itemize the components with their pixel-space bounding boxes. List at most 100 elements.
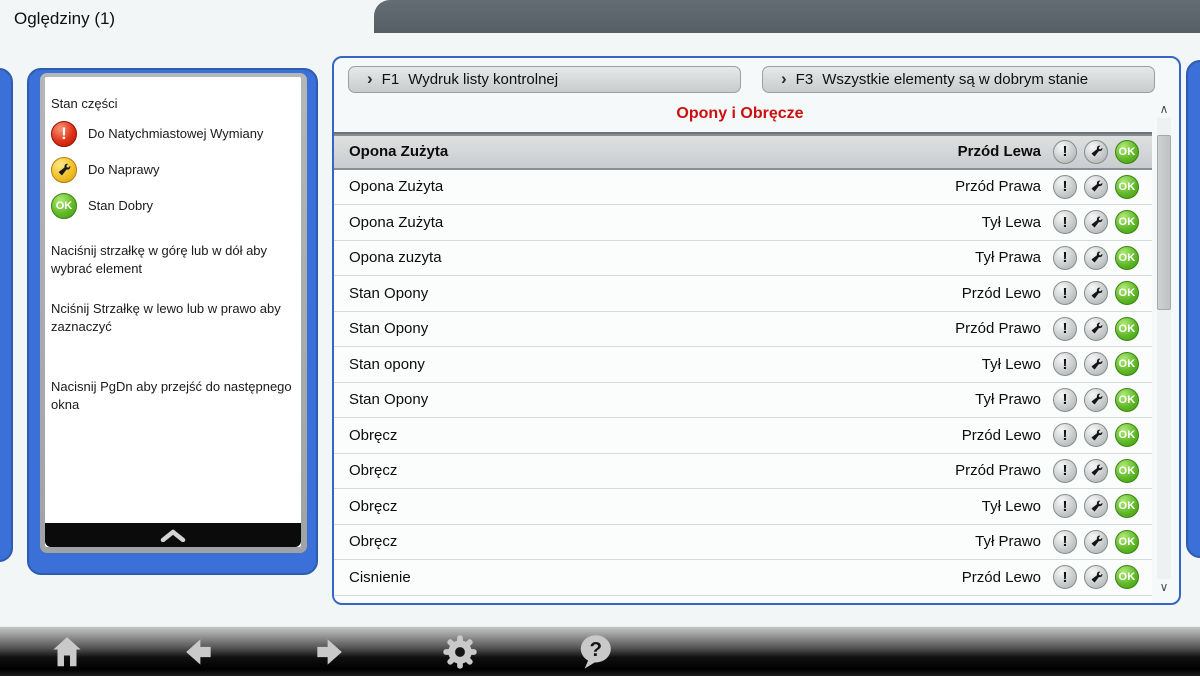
f3-all-ok-button[interactable]: › F3 Wszystkie elementy są w dobrym stan… <box>762 66 1155 93</box>
row-position: Przód Prawa <box>955 178 1041 196</box>
chevron-right-icon: › <box>367 68 373 88</box>
checklist-row[interactable]: Opona zuzyta Tył Prawa ! OK <box>334 240 1152 276</box>
checklist-row[interactable]: Opona Zużyta Przód Lewa ! OK <box>334 134 1152 170</box>
back-arrow-icon[interactable] <box>179 633 217 671</box>
danger-icon[interactable]: ! <box>1053 565 1077 590</box>
row-item-name: Stan Opony <box>349 391 429 409</box>
checklist-row[interactable]: Obręcz Przód Lewo ! OK <box>334 418 1152 454</box>
row-position: Tył Prawa <box>975 249 1041 267</box>
ok-icon[interactable]: OK <box>1115 458 1139 483</box>
danger-icon[interactable]: ! <box>1053 458 1077 483</box>
ok-icon[interactable]: OK <box>1115 245 1139 270</box>
checklist-row[interactable]: Cisnienie Przód Lewo ! OK <box>334 560 1152 596</box>
row-item-name: Cisnienie <box>349 568 411 586</box>
checklist-panel: › F1 Wydruk listy kontrolnej › F3 Wszyst… <box>332 56 1181 605</box>
checklist-row[interactable]: Obręcz Tył Prawo ! OK <box>334 524 1152 560</box>
ok-icon[interactable]: OK <box>1115 210 1139 235</box>
home-icon[interactable] <box>48 633 86 671</box>
tab-ogledziny[interactable]: Oględziny (1) <box>14 9 115 29</box>
ok-icon[interactable]: OK <box>1115 387 1139 412</box>
scroll-up-arrow-icon[interactable]: ∧ <box>1153 102 1175 117</box>
scrollbar-thumb[interactable] <box>1157 135 1171 310</box>
wrench-icon <box>51 156 77 183</box>
wrench-icon[interactable] <box>1084 352 1108 377</box>
wrench-icon[interactable] <box>1084 529 1108 554</box>
wrench-icon[interactable] <box>1084 423 1108 448</box>
checklist-row[interactable]: Stan Opony Przód Lewo ! OK <box>334 276 1152 312</box>
top-header-strip <box>374 0 1200 33</box>
checklist: Opona Zużyta Przód Lewa ! OK Opona Zużyt… <box>334 132 1152 602</box>
row-item-name: Obręcz <box>349 462 398 480</box>
instruction-mark: Nciśnij Strzałkę w lewo lub w prawo aby … <box>51 300 281 334</box>
wrench-icon[interactable] <box>1084 316 1108 341</box>
ok-icon[interactable]: OK <box>1115 494 1139 519</box>
ok-icon[interactable]: OK <box>1115 316 1139 341</box>
danger-icon[interactable]: ! <box>1053 494 1077 519</box>
settings-gear-icon[interactable] <box>441 633 479 671</box>
row-item-name: Opona Zużyta <box>349 213 444 231</box>
checklist-row[interactable]: Stan Opony Przód Prawo ! OK <box>334 311 1152 347</box>
f1-print-checklist-button[interactable]: › F1 Wydruk listy kontrolnej <box>348 66 741 93</box>
danger-icon[interactable]: ! <box>1053 529 1077 554</box>
scrollbar: ∧ ∨ <box>1153 102 1175 595</box>
row-position: Tył Lewo <box>981 497 1041 515</box>
row-status-icons: ! OK <box>1053 139 1139 164</box>
legend-label: Do Natychmiastowej Wymiany <box>88 126 264 141</box>
ok-icon: OK <box>51 192 77 219</box>
help-icon[interactable]: ? <box>576 633 614 671</box>
ok-icon[interactable]: OK <box>1115 565 1139 590</box>
checklist-row[interactable]: Stan opony Tył Lewo ! OK <box>334 347 1152 383</box>
wrench-icon[interactable] <box>1084 210 1108 235</box>
checklist-row[interactable]: Opona Zużyta Tył Lewa ! OK <box>334 205 1152 241</box>
ok-icon[interactable]: OK <box>1115 423 1139 448</box>
wrench-icon[interactable] <box>1084 494 1108 519</box>
danger-icon[interactable]: ! <box>1053 139 1077 164</box>
danger-icon[interactable]: ! <box>1053 174 1077 199</box>
f1-key-label: F1 <box>381 71 400 88</box>
row-status-icons: ! OK <box>1053 423 1139 448</box>
forward-arrow-icon[interactable] <box>311 633 349 671</box>
checklist-row[interactable]: Stan Opony Tył Prawo ! OK <box>334 382 1152 418</box>
danger-icon[interactable]: ! <box>1053 281 1077 306</box>
instruction-select: Naciśnij strzałkę w górę lub w dół aby w… <box>51 243 268 276</box>
legend-item-danger: ! Do Natychmiastowej Wymiany <box>51 120 301 147</box>
legend-item-repair: Do Naprawy <box>51 156 301 183</box>
f1-label: Wydruk listy kontrolnej <box>408 71 559 88</box>
wrench-icon[interactable] <box>1084 281 1108 306</box>
wrench-icon[interactable] <box>1084 565 1108 590</box>
wrench-icon[interactable] <box>1084 458 1108 483</box>
left-edge-panel <box>0 68 13 562</box>
ok-icon[interactable]: OK <box>1115 352 1139 377</box>
row-status-icons: ! OK <box>1053 529 1139 554</box>
ok-icon[interactable]: OK <box>1115 174 1139 199</box>
row-position: Tył Lewo <box>981 355 1041 373</box>
danger-icon[interactable]: ! <box>1053 387 1077 412</box>
panel-collapse-bar[interactable] <box>45 523 301 547</box>
danger-icon[interactable]: ! <box>1053 423 1077 448</box>
wrench-icon[interactable] <box>1084 245 1108 270</box>
ok-icon[interactable]: OK <box>1115 139 1139 164</box>
wrench-icon[interactable] <box>1084 174 1108 199</box>
checklist-row[interactable]: Obręcz Tył Lewo ! OK <box>334 489 1152 525</box>
row-status-icons: ! OK <box>1053 458 1139 483</box>
chevron-right-icon: › <box>781 68 787 88</box>
legend-title: Stan części <box>51 96 118 111</box>
scroll-down-arrow-icon[interactable]: ∨ <box>1153 580 1175 595</box>
row-item-name: Opona zuzyta <box>349 249 442 267</box>
row-position: Przód Lewo <box>961 426 1041 444</box>
danger-icon[interactable]: ! <box>1053 352 1077 377</box>
ok-icon[interactable]: OK <box>1115 281 1139 306</box>
checklist-row[interactable]: Obręcz Przód Prawo ! OK <box>334 453 1152 489</box>
row-item-name: Obręcz <box>349 497 398 515</box>
wrench-icon[interactable] <box>1084 387 1108 412</box>
ok-icon[interactable]: OK <box>1115 529 1139 554</box>
bottom-toolbar: ? <box>0 626 1200 676</box>
row-position: Tył Prawo <box>975 391 1041 409</box>
danger-icon[interactable]: ! <box>1053 245 1077 270</box>
checklist-row[interactable]: Opona Zużyta Przód Prawa ! OK <box>334 169 1152 205</box>
wrench-icon[interactable] <box>1084 139 1108 164</box>
f3-label: Wszystkie elementy są w dobrym stanie <box>822 71 1089 88</box>
row-status-icons: ! OK <box>1053 281 1139 306</box>
danger-icon[interactable]: ! <box>1053 316 1077 341</box>
danger-icon[interactable]: ! <box>1053 210 1077 235</box>
